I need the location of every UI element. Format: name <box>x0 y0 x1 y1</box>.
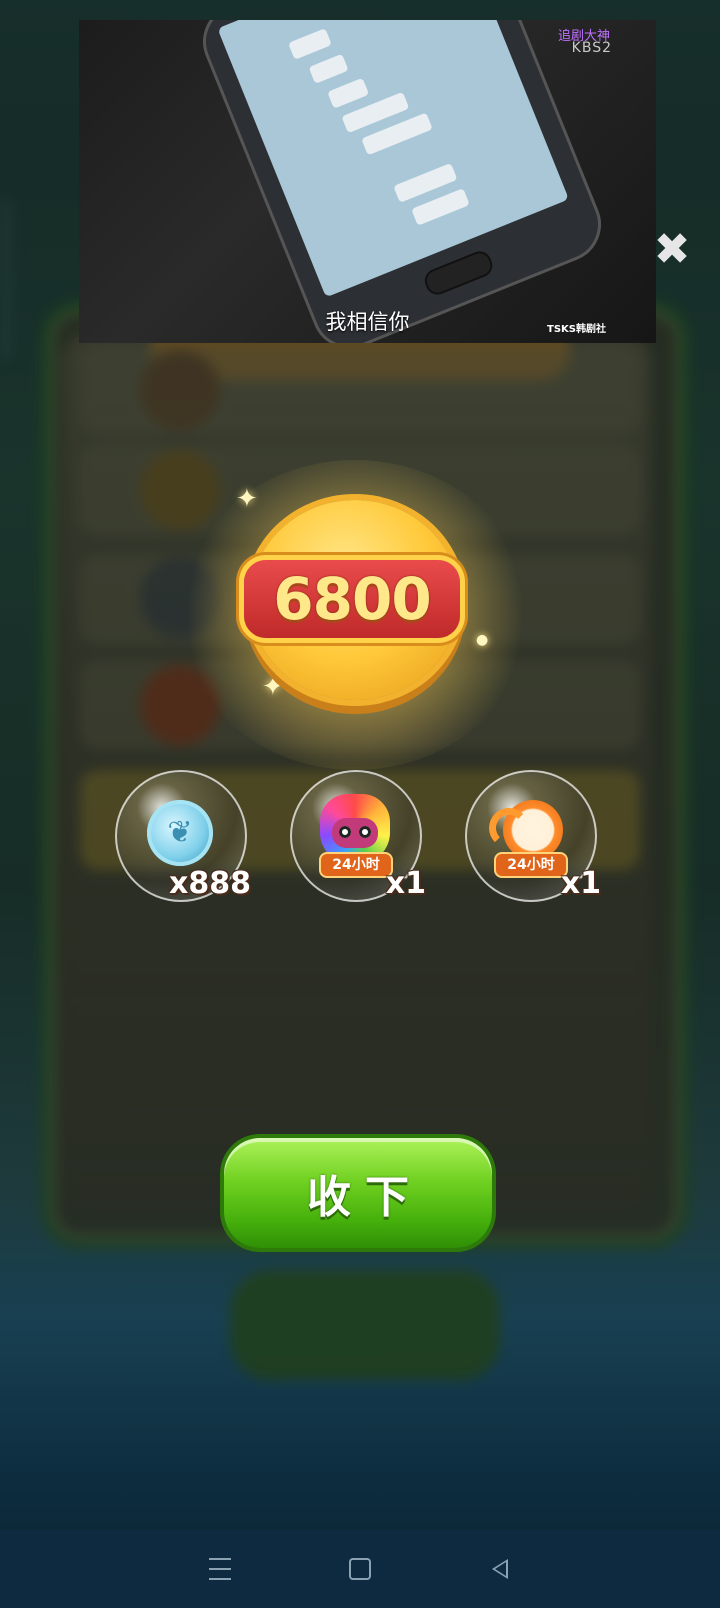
coin-value-plate: 6800 <box>244 560 460 638</box>
back-icon <box>492 1559 508 1579</box>
reward-duration: 24小时 <box>319 852 393 878</box>
coin-value: 6800 <box>273 565 431 633</box>
home-icon <box>349 1558 371 1580</box>
collect-button[interactable]: 收下 <box>224 1138 492 1248</box>
home-button[interactable] <box>340 1549 380 1589</box>
close-icon[interactable]: ✖ <box>650 228 694 272</box>
video-ad-player[interactable]: 追剧大神 KBS2 我相信你 TSKS韩剧社 <box>79 20 656 343</box>
reward-quantity: x1 <box>385 866 426 901</box>
system-nav-bar <box>0 1530 720 1608</box>
sparkle-icon: ✦ <box>262 672 284 702</box>
feather-coin-icon: ❦ <box>147 800 213 866</box>
sparkle-icon: ● <box>476 632 489 648</box>
reward-item-owl: 24小时 x1 <box>290 770 426 902</box>
collect-button-label: 收下 <box>307 1172 423 1223</box>
menu-button[interactable] <box>200 1549 240 1589</box>
reward-item-feather: ❦ x888 <box>115 770 251 902</box>
video-credit: TSKS韩剧社 <box>547 324 606 335</box>
phone-screen <box>217 20 569 298</box>
phone-image <box>191 20 613 343</box>
reward-item-clock: 24小时 x1 <box>465 770 601 902</box>
back-button[interactable] <box>480 1549 520 1589</box>
reward-quantity: x888 <box>169 866 251 901</box>
rewind-arrow-icon <box>489 808 529 848</box>
menu-icon <box>209 1558 231 1580</box>
owl-face <box>332 818 378 848</box>
reward-duration: 24小时 <box>494 852 568 878</box>
video-channel-logo: KBS2 <box>571 40 612 56</box>
phone-home-button <box>421 247 496 299</box>
sparkle-icon: ✦ <box>236 484 258 514</box>
reward-quantity: x1 <box>560 866 601 901</box>
